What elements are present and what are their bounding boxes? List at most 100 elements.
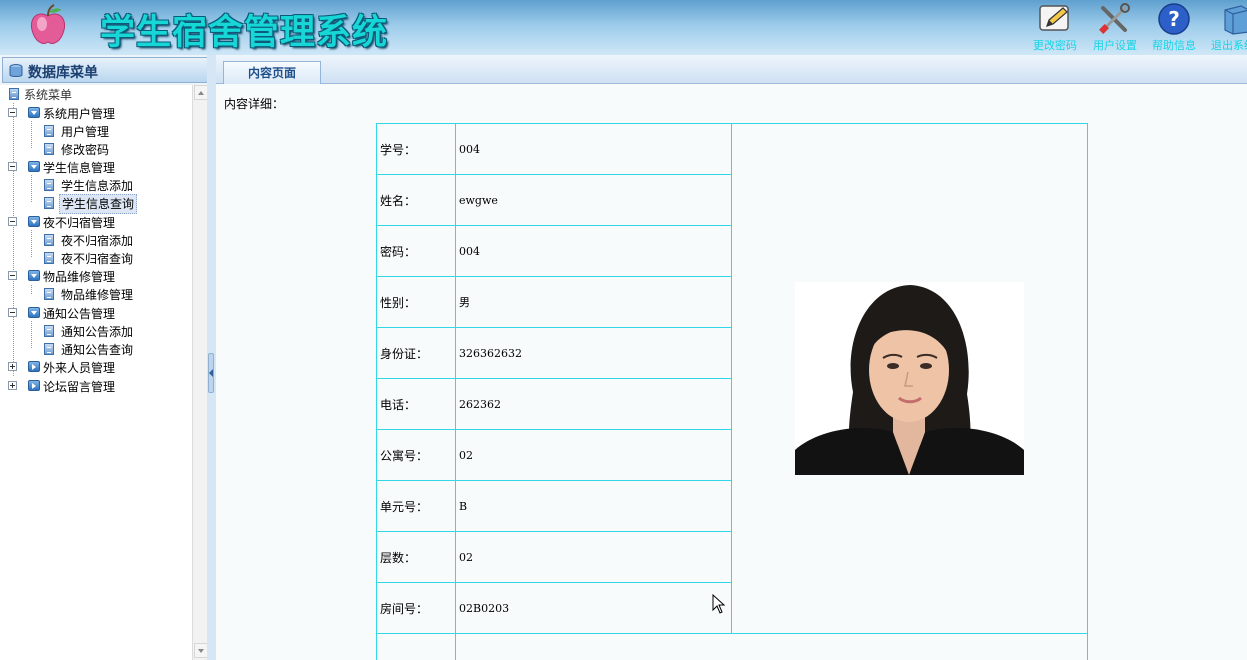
tree-item-notice-add[interactable]: 通知公告添加 [44,322,135,340]
exit-button[interactable]: 退出系统 [1205,2,1247,53]
app-title: 学生宿舍管理系统 [100,12,389,53]
document-icon [44,179,54,191]
tree-connector [31,175,32,202]
tree-item-repair-management[interactable]: 物品维修管理 [44,285,135,303]
field-label-phone: 电话： [376,378,456,430]
folder-closed-icon [28,380,40,391]
document-icon [44,234,54,246]
exit-icon [1224,5,1247,35]
tab-content-page[interactable]: 内容页面 [223,61,321,84]
svg-text:?: ? [1168,7,1180,31]
tree-item-label: 通知公告查询 [61,342,134,357]
tools-icon [1099,3,1130,34]
document-icon [44,288,54,300]
tree-connector [31,321,32,348]
tree-group-label: 系统用户管理 [43,106,116,121]
tree-item-label: 修改密码 [61,142,110,157]
change-password-label: 更改密码 [1033,39,1077,52]
empty-cell [455,633,1088,660]
field-value-id-card: 326362632 [455,327,732,379]
document-icon [44,252,54,264]
folder-open-icon [28,270,40,281]
menu-panel-header: 数据库菜单 [2,57,214,83]
collapse-sidebar-icon[interactable] [208,353,214,393]
tree-group-visitors[interactable]: 外来人员管理 [8,358,117,376]
tree-group-label: 夜不归宿管理 [43,215,116,230]
tree-item-label: 夜不归宿添加 [61,233,134,248]
tree-item-user-management[interactable]: 用户管理 [44,122,111,140]
field-value-unit: B [455,480,732,532]
tree-group-night-absence[interactable]: 夜不归宿管理 [8,213,117,231]
tree-connector [31,230,32,257]
user-settings-label: 用户设置 [1093,39,1137,52]
folder-open-icon [28,161,40,172]
scroll-down-icon[interactable] [194,643,208,658]
tree-item-student-add[interactable]: 学生信息添加 [44,176,135,194]
tree-item-notice-query[interactable]: 通知公告查询 [44,340,135,358]
document-icon [44,343,54,355]
tree-item-label: 用户管理 [61,124,110,139]
tree-connector [13,103,14,376]
tree-group-label: 论坛留言管理 [43,379,116,394]
tree-root[interactable]: 系统菜单 [8,85,74,103]
app-header: 学生宿舍管理系统 更改密码 用户设置 ? 帮助信息 退出系统 [0,0,1247,55]
field-value-name: ewgwe [455,174,732,226]
user-settings-button[interactable]: 用户设置 [1087,2,1143,53]
scroll-up-icon[interactable] [194,85,208,100]
exit-label: 退出系统 [1211,39,1247,52]
tree-connector [31,121,32,148]
collapse-toggle-icon[interactable] [8,108,17,117]
menu-panel-title: 数据库菜单 [28,65,98,81]
table-row: 学号： 004 [376,123,1088,634]
main-content: 内容页面 内容详细： 学号： 004 姓名： ewgwe 密码： 004 性别：… [216,55,1247,660]
help-button[interactable]: ? 帮助信息 [1146,2,1202,53]
field-value-apartment: 02 [455,429,732,481]
menu-scrollbar[interactable] [192,85,208,660]
folder-open-icon [28,307,40,318]
expand-toggle-icon[interactable] [8,381,17,390]
tree-group-repair[interactable]: 物品维修管理 [8,267,117,285]
expand-toggle-icon[interactable] [8,362,17,371]
folder-open-icon [28,107,40,118]
apple-logo-icon [30,4,66,44]
left-menu-panel: 数据库菜单 系统菜单 系统用户管理 用户管理 修改密码 学生信息管理 学生信息添… [0,55,216,660]
tree-group-notice[interactable]: 通知公告管理 [8,304,117,322]
tree-group-label: 通知公告管理 [43,306,116,321]
document-icon [44,125,54,137]
tree-item-label: 物品维修管理 [61,287,134,302]
tree-item-label: 学生信息添加 [61,178,134,193]
collapse-toggle-icon[interactable] [8,217,17,226]
field-label-gender: 性别： [376,276,456,328]
field-label-student-id: 学号： [376,123,456,175]
field-label-apartment: 公寓号： [376,429,456,481]
field-value-student-id: 004 [455,123,732,175]
tree-item-absence-add[interactable]: 夜不归宿添加 [44,231,135,249]
tab-bar: 内容页面 [216,55,1247,84]
change-password-button[interactable]: 更改密码 [1027,2,1083,53]
tree-group-label: 学生信息管理 [43,160,116,175]
collapse-toggle-icon[interactable] [8,271,17,280]
tree-item-label: 通知公告添加 [61,324,134,339]
document-icon [44,325,54,337]
tree-group-system-users[interactable]: 系统用户管理 [8,104,117,122]
tree-group-student-info[interactable]: 学生信息管理 [8,158,117,176]
field-value-gender: 男 [455,276,732,328]
tree-root-label: 系统菜单 [24,87,73,102]
folder-closed-icon [28,361,40,372]
table-row [376,633,1088,660]
folder-open-icon [28,216,40,227]
student-detail-table: 学号： 004 姓名： ewgwe 密码： 004 性别： 男 身份证： 326… [376,123,1088,660]
tree-item-absence-query[interactable]: 夜不归宿查询 [44,249,135,267]
tree-item-label: 夜不归宿查询 [61,251,134,266]
collapse-toggle-icon[interactable] [8,162,17,171]
tree-item-change-password[interactable]: 修改密码 [44,140,111,158]
tree-group-forum[interactable]: 论坛留言管理 [8,377,117,395]
field-label-unit: 单元号： [376,480,456,532]
content-caption: 内容详细： [224,97,285,111]
collapse-toggle-icon[interactable] [8,308,17,317]
tree-group-label: 外来人员管理 [43,360,116,375]
tree-item-student-query[interactable]: 学生信息查询 [44,194,138,214]
field-label-id-card: 身份证： [376,327,456,379]
tree-group-label: 物品维修管理 [43,269,116,284]
field-value-password: 004 [455,225,732,277]
